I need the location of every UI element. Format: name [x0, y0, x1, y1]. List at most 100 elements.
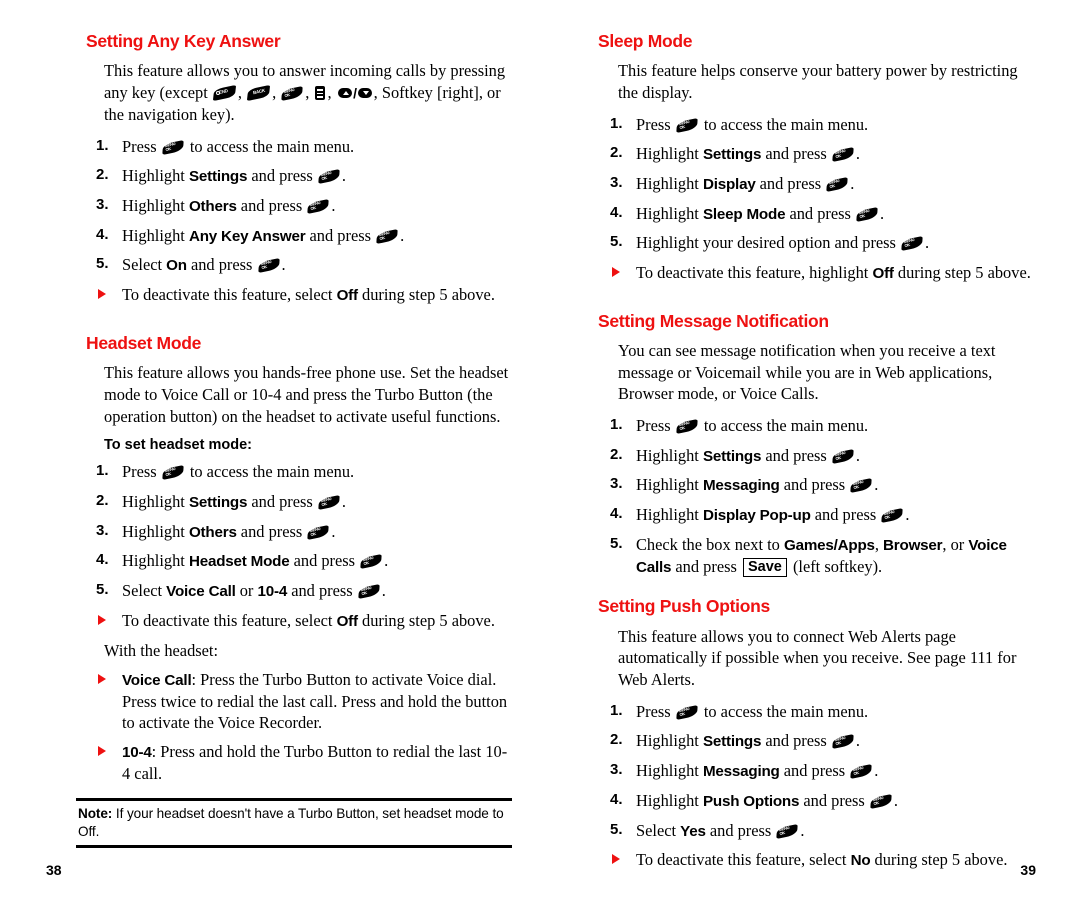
step-text-pre: Select — [122, 581, 167, 601]
list-key-icon — [315, 86, 326, 101]
step-number: 3. — [96, 195, 109, 213]
section-title-message-notification: Setting Message Notification — [598, 310, 829, 331]
step-text-mid2: and press — [287, 581, 357, 601]
triangle-bullet-icon — [98, 614, 106, 625]
step-text-post: . — [341, 491, 347, 511]
step-number: 5. — [610, 820, 623, 838]
step-text-pre: Highlight — [636, 731, 703, 751]
step-number: 4. — [610, 790, 623, 808]
step-number: 4. — [96, 551, 109, 569]
step-text-post: . — [855, 445, 861, 465]
step-text-post: . — [281, 255, 286, 275]
step-item: 4. Highlight Push Options and press MENU O… — [596, 790, 1032, 812]
step-text-mid: and press — [247, 166, 317, 186]
step-text-post: to access the main menu. — [185, 462, 355, 482]
step-item: 3. Highlight Messaging and press MENU OK. — [596, 760, 1032, 782]
step-item: 1. Press MENU OK to access the main menu. — [596, 701, 1032, 722]
ui-term-secondary: 10-4 — [257, 583, 288, 601]
step-text-mid: and press — [779, 475, 850, 495]
ui-term: Headset Mode — [188, 553, 290, 571]
step-number: 2. — [610, 445, 623, 463]
ui-term-games-apps: Games/Apps — [783, 536, 875, 554]
ui-term: Display Pop-up — [702, 507, 811, 525]
step-number: 2. — [610, 144, 623, 162]
step-text-pre: Highlight — [122, 491, 189, 511]
step-text-e: (left softkey). — [788, 556, 883, 576]
ui-term: Voice Call — [122, 671, 192, 689]
menu-ok-key-icon: MENU OK — [307, 524, 330, 540]
step-item: 3. Highlight Display and press MENU OK. — [596, 173, 1032, 195]
ui-term: Settings — [702, 447, 762, 465]
step-text-pre: Press — [636, 701, 675, 721]
step-text-post: . — [400, 225, 405, 245]
menu-ok-key-icon: MENU OK — [850, 763, 872, 780]
triangle-bullet-icon — [98, 289, 106, 300]
step-text-pre: Highlight — [636, 761, 703, 781]
ui-term: Any Key Answer — [188, 227, 306, 245]
step-text-mid: and press — [799, 790, 869, 810]
step-text-post: to access the main menu. — [185, 136, 355, 156]
ui-term: Settings — [702, 733, 762, 751]
step-text-post: . — [880, 203, 885, 223]
bullet-text-pre: To deactivate this feature, select — [122, 610, 337, 630]
step-text-pre: Press — [122, 136, 161, 156]
step-text-mid: and press — [305, 225, 376, 245]
steps-headset-mode: 1. Press MENU OK to access the main menu. … — [76, 461, 512, 601]
step-number: 5. — [610, 534, 623, 552]
page-number-left: 38 — [46, 862, 62, 878]
any-key-answer-intro: This feature allows you to answer incomi… — [76, 60, 512, 125]
menu-ok-key-icon: MENU OK — [832, 448, 854, 464]
step-text-post: . — [850, 173, 855, 193]
step-text-c1: , — [874, 534, 884, 554]
step-text-mid: and press — [186, 255, 257, 275]
menu-ok-key-icon: MENU OK — [360, 554, 382, 570]
ui-term: On — [166, 257, 187, 275]
menu-ok-key-icon: MENU OK — [870, 793, 892, 809]
step-text-d: and press — [671, 556, 741, 576]
bullet-text-post: during step 5 above. — [357, 285, 495, 305]
bullet-text: : Press and hold the Turbo Button to red… — [122, 742, 508, 784]
steps-any-key-answer: 1. Press MENU OK to access the main menu. … — [76, 136, 512, 276]
ui-term: Yes — [680, 822, 706, 840]
ui-term-browser: Browser — [883, 536, 943, 554]
step-text-mid: and press — [779, 761, 850, 781]
step-item: 3. Highlight Others and press MENU OK. — [76, 521, 512, 543]
step-item: 2. Highlight Settings and press MENU OK. — [596, 730, 1032, 752]
step-item: 3. Highlight Messaging and press MENU OK. — [596, 474, 1032, 496]
right-page-column: Sleep Mode This feature helps conserve y… — [540, 0, 1080, 900]
step-item: 1. Press MENU OK to access the main menu. — [596, 415, 1032, 436]
headset-mode-intro: This feature allows you hands-free phone… — [104, 363, 509, 426]
step-number: 3. — [96, 521, 109, 539]
step-item: 4. Highlight Display Pop-up and press MEN… — [596, 504, 1032, 526]
note-body: If your headset doesn't have a Turbo But… — [78, 806, 504, 840]
step-number: 5. — [96, 581, 109, 599]
step-item: 4. Highlight Sleep Mode and press MENU OK. — [596, 203, 1032, 225]
menu-ok-key-icon: MENU OK — [358, 583, 380, 600]
step-text-post: . — [800, 820, 805, 840]
bullet-text-pre: To deactivate this feature, highlight — [636, 262, 873, 282]
menu-ok-key-icon: MENU OK — [257, 258, 280, 274]
step-text-post: . — [874, 475, 879, 495]
step-number: 1. — [96, 462, 109, 480]
step-number: 4. — [610, 203, 623, 221]
step-number: 3. — [610, 761, 623, 779]
menu-ok-key-icon: MENU OK — [676, 704, 698, 721]
page-number-right: 39 — [1020, 862, 1036, 878]
ui-term: Off — [872, 264, 894, 282]
menu-ok-key-icon: MENU OK — [826, 176, 848, 193]
step-item: 1. Press MENU OK to access the main menu. — [76, 461, 512, 482]
step-text-post: . — [331, 521, 336, 541]
end-key-icon: END — [212, 85, 236, 102]
step-text-pre: Highlight — [122, 195, 189, 215]
step-number: 5. — [610, 233, 623, 251]
step-text-pre: Highlight — [122, 166, 189, 186]
bullet-text-pre: To deactivate this feature, select — [636, 850, 851, 870]
sleep-mode-intro: This feature helps conserve your battery… — [618, 61, 1018, 103]
step-text-c2: , or — [942, 534, 969, 554]
menu-ok-key-icon: MENU OK — [832, 734, 854, 750]
deactivate-bullet: To deactivate this feature, highlight Of… — [596, 262, 1032, 284]
step-item: 2. Highlight Settings and press MENU OK. — [76, 491, 512, 513]
intro-text-d: , — [305, 83, 314, 103]
menu-ok-key-icon: MENU OK — [776, 823, 799, 839]
save-softkey-button[interactable]: Save — [742, 557, 787, 577]
